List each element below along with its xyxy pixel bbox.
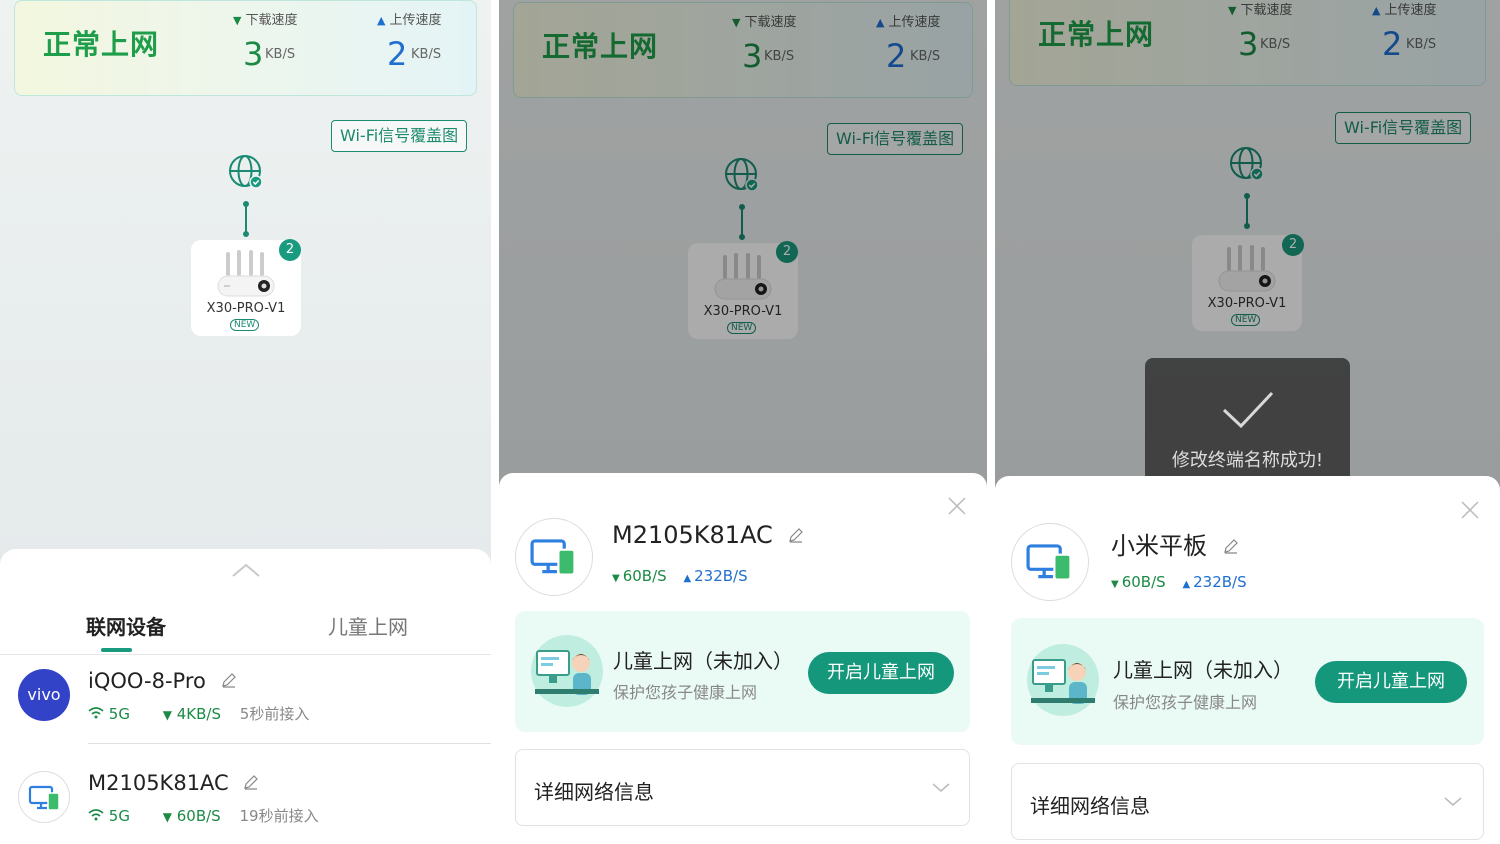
kids-subtitle: 保护您孩子健康上网 (1113, 693, 1258, 712)
net-status-text: 正常上网 (43, 28, 160, 61)
network-info-row[interactable]: 详细网络信息 (515, 749, 970, 826)
device-name: M2105K81AC (612, 521, 804, 549)
wifi-icon (88, 809, 104, 821)
tab-divider (0, 654, 491, 655)
router-new-tag: NEW (230, 319, 260, 331)
device-avatar (1011, 523, 1089, 601)
device-renamed-panel: 正常上网 ▼ 下载速度 ▲ 上传速度 3 KB/S 2 KB/S Wi-Fi信号覆盖… (995, 0, 1500, 844)
device-meta: 5G ▼ 4KB/S 5秒前接入 (88, 703, 309, 724)
kids-subtitle: 保护您孩子健康上网 (613, 683, 758, 702)
chevron-up-icon[interactable] (232, 563, 260, 577)
enable-kids-online-button[interactable]: 开启儿童上网 (808, 652, 954, 694)
edit-pencil-icon[interactable] (788, 527, 804, 543)
device-detail-sheet: 小米平板 ▼ 60B/S ▲ 232B/S 儿童上网（未加入） 保护您孩子健康上网 … (995, 476, 1500, 844)
toast-message: 修改终端名称成功! (1171, 450, 1324, 471)
vivo-avatar: vivo (18, 669, 70, 721)
kids-online-card: 儿童上网（未加入） 保护您孩子健康上网 开启儿童上网 (515, 611, 970, 732)
device-row[interactable]: M2105K81AC 5G ▼ 60B/S 19秒前接入 (0, 761, 491, 844)
edit-pencil-icon[interactable] (221, 672, 237, 688)
internet-globe-icon (229, 155, 263, 189)
tab-kids-online[interactable]: 儿童上网 (328, 611, 408, 640)
device-detail-panel: 正常上网 ▼ 下载速度 ▲ 上传速度 3 KB/S 2 KB/S Wi-Fi信号覆盖… (499, 0, 987, 844)
device-row[interactable]: vivo iQOO-8-Pro 5G ▼ 4KB/S 5秒前接入 (0, 657, 491, 749)
tab-indicator (101, 648, 132, 652)
router-icon (217, 250, 275, 297)
chevron-down-icon (1444, 797, 1462, 806)
upload-label: ▲ 上传速度 (377, 13, 442, 28)
device-divider (88, 743, 491, 744)
device-name: M2105K81AC (88, 771, 259, 795)
checkmark-icon (1222, 391, 1274, 429)
child-at-computer-illustration (1027, 644, 1099, 716)
device-meta: 5G ▼ 60B/S 19秒前接入 (88, 805, 319, 826)
enable-kids-online-button[interactable]: 开启儿童上网 (1315, 661, 1467, 703)
connection-line (243, 201, 249, 237)
network-status-card: 正常上网 ▼ 下载速度 ▲ 上传速度 3 KB/S 2 KB/S (14, 0, 477, 96)
network-info-label: 详细网络信息 (1030, 794, 1150, 818)
device-avatar (515, 518, 593, 596)
close-icon[interactable] (1460, 500, 1480, 520)
device-name: 小米平板 (1111, 526, 1239, 561)
network-info-label: 详细网络信息 (534, 780, 654, 804)
tab-connected-devices[interactable]: 联网设备 (86, 611, 166, 640)
download-value: 3 (243, 35, 264, 73)
computer-phone-icon (530, 539, 576, 576)
device-speed: ▼ 60B/S ▲ 232B/S (1111, 573, 1247, 591)
router-device-count-badge: 2 (279, 239, 301, 261)
device-detail-sheet: M2105K81AC ▼ 60B/S ▲ 232B/S 儿童上网（未加入） 保护您孩… (499, 473, 987, 844)
router-overview-panel: 正常上网 ▼ 下载速度 ▲ 上传速度 3 KB/S 2 KB/S Wi-Fi信号覆盖… (0, 0, 491, 844)
device-speed: ▼ 60B/S ▲ 232B/S (612, 567, 748, 585)
device-name: iQOO-8-Pro (88, 669, 237, 693)
computer-phone-icon (1026, 544, 1072, 581)
edit-pencil-icon[interactable] (1223, 538, 1239, 554)
kids-online-card: 儿童上网（未加入） 保护您孩子健康上网 开启儿童上网 (1011, 618, 1484, 745)
kids-title: 儿童上网（未加入） (1113, 658, 1293, 682)
device-avatar (18, 771, 70, 823)
wifi-icon (88, 707, 104, 719)
network-info-row[interactable]: 详细网络信息 (1011, 763, 1484, 840)
upload-value: 2 (387, 35, 408, 73)
chevron-down-icon (932, 783, 950, 792)
edit-pencil-icon[interactable] (243, 774, 259, 790)
child-at-computer-illustration (531, 635, 603, 707)
device-bottom-sheet: 联网设备 儿童上网 vivo iQOO-8-Pro 5G ▼ 4KB/S 5秒前… (0, 549, 491, 844)
computer-phone-icon (28, 785, 60, 811)
download-unit: KB/S (265, 47, 296, 62)
router-name: X30-PRO-V1 (206, 301, 286, 316)
download-label: ▼ 下载速度 (233, 13, 298, 28)
wifi-coverage-button[interactable]: Wi-Fi信号覆盖图 (331, 120, 468, 152)
close-icon[interactable] (947, 496, 967, 516)
upload-unit: KB/S (411, 47, 442, 62)
kids-title: 儿童上网（未加入） (613, 649, 793, 673)
